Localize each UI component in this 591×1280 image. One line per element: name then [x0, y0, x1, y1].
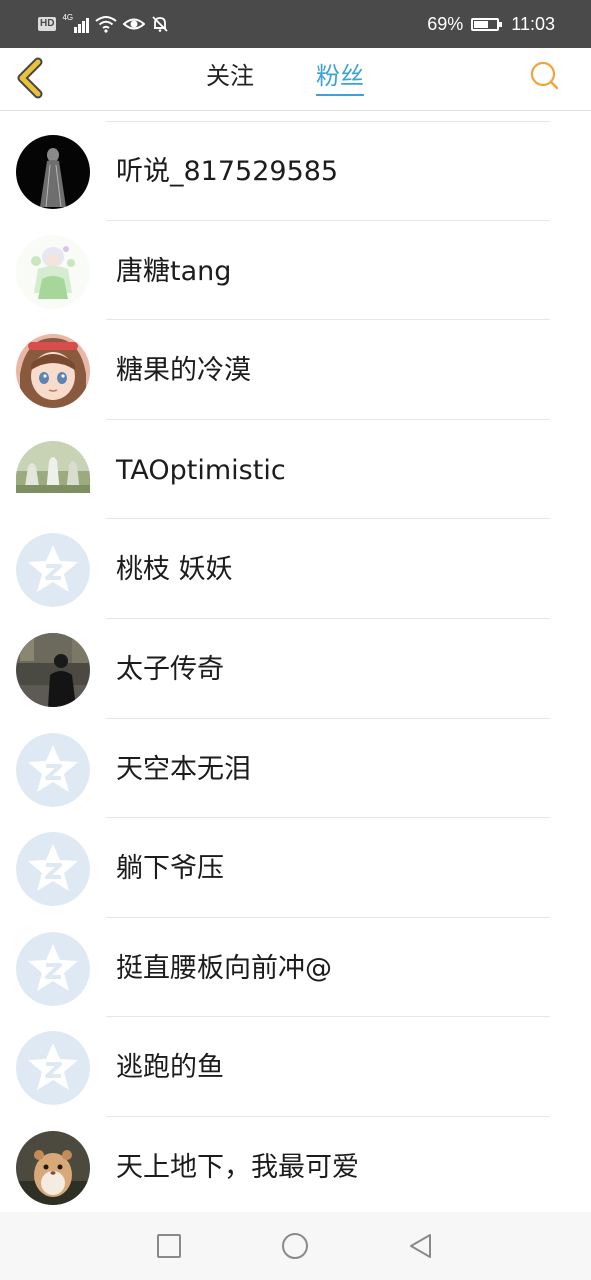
fan-name: 唐糖tang [116, 255, 232, 287]
fan-name: 天上地下，我最可爱 [116, 1151, 359, 1183]
list-item[interactable]: 天空本无泪 [0, 720, 591, 820]
list-item[interactable]: 听说_817529585 [0, 122, 591, 222]
chevron-left-icon [17, 57, 43, 99]
wifi-icon [95, 16, 118, 33]
fans-rows: 听说_817529585 唐糖tang 糖果的冷漠 TAOptimistic 桃… [0, 122, 591, 1218]
list-item[interactable]: 桃枝 妖妖 [0, 520, 591, 620]
home-icon [282, 1233, 308, 1259]
battery-percent: 69% [427, 13, 464, 34]
mute-bell-icon [152, 16, 169, 32]
tab-follow[interactable]: 关注 [206, 60, 254, 94]
list-item[interactable]: 挺直腰板向前冲@ [0, 919, 591, 1019]
search-button[interactable] [529, 60, 561, 92]
anime-fairy-avatar[interactable] [16, 234, 90, 309]
status-icons-left: HD 4G [38, 12, 169, 36]
default-qq-avatar[interactable] [16, 533, 90, 608]
default-qq-avatar[interactable] [16, 931, 90, 1006]
home-button[interactable] [279, 1230, 311, 1262]
default-qq-avatar[interactable] [16, 1031, 90, 1106]
fan-name: 桃枝 妖妖 [116, 554, 233, 586]
clock: 11:03 [511, 13, 555, 34]
status-bar: HD 4G 69% 11:03 [0, 0, 591, 48]
recent-apps-icon [157, 1234, 181, 1258]
list-item[interactable]: TAOptimistic [0, 421, 591, 521]
signal-4g-icon: 4G [62, 13, 90, 33]
anime-girl-avatar[interactable] [16, 334, 90, 409]
recent-apps-button[interactable] [153, 1230, 185, 1262]
fan-name: 挺直腰板向前冲@ [116, 952, 332, 984]
battery-level [474, 20, 489, 28]
fan-name: 听说_817529585 [116, 156, 339, 187]
fan-name: 糖果的冷漠 [116, 355, 251, 387]
back-triangle-icon [410, 1234, 431, 1258]
eye-icon [123, 18, 146, 30]
list-item[interactable]: 躺下爷压 [0, 819, 591, 919]
back-button[interactable] [12, 56, 52, 100]
back-nav-button[interactable] [404, 1230, 436, 1262]
dark-figure-avatar[interactable] [16, 135, 90, 209]
fan-name: TAOptimistic [116, 454, 286, 486]
tab-fans[interactable]: 粉丝 [316, 60, 364, 96]
fan-name: 逃跑的鱼 [116, 1052, 224, 1084]
fan-name: 太子传奇 [116, 653, 224, 685]
status-icons-right: 69% 11:03 [427, 12, 555, 36]
list-item[interactable]: 太子传奇 [0, 620, 591, 720]
hamster-avatar[interactable] [16, 1130, 90, 1205]
default-qq-avatar[interactable] [16, 732, 90, 807]
list-item[interactable]: 逃跑的鱼 [0, 1018, 591, 1118]
list-item[interactable]: 天上地下，我最可爱 [0, 1118, 591, 1218]
list-item[interactable]: 唐糖tang [0, 222, 591, 322]
list-item[interactable]: 糖果的冷漠 [0, 321, 591, 421]
fan-name: 躺下爷压 [116, 853, 224, 885]
statue-scene-avatar[interactable] [16, 440, 90, 493]
default-qq-avatar[interactable] [16, 832, 90, 907]
fan-name: 天空本无泪 [116, 753, 251, 785]
system-nav-bar [0, 1212, 591, 1280]
battery-icon [471, 17, 503, 31]
hd-icon: HD [38, 17, 57, 31]
header: 关注 粉丝 [0, 48, 591, 111]
search-icon [530, 61, 559, 90]
man-street-avatar[interactable] [16, 632, 90, 707]
